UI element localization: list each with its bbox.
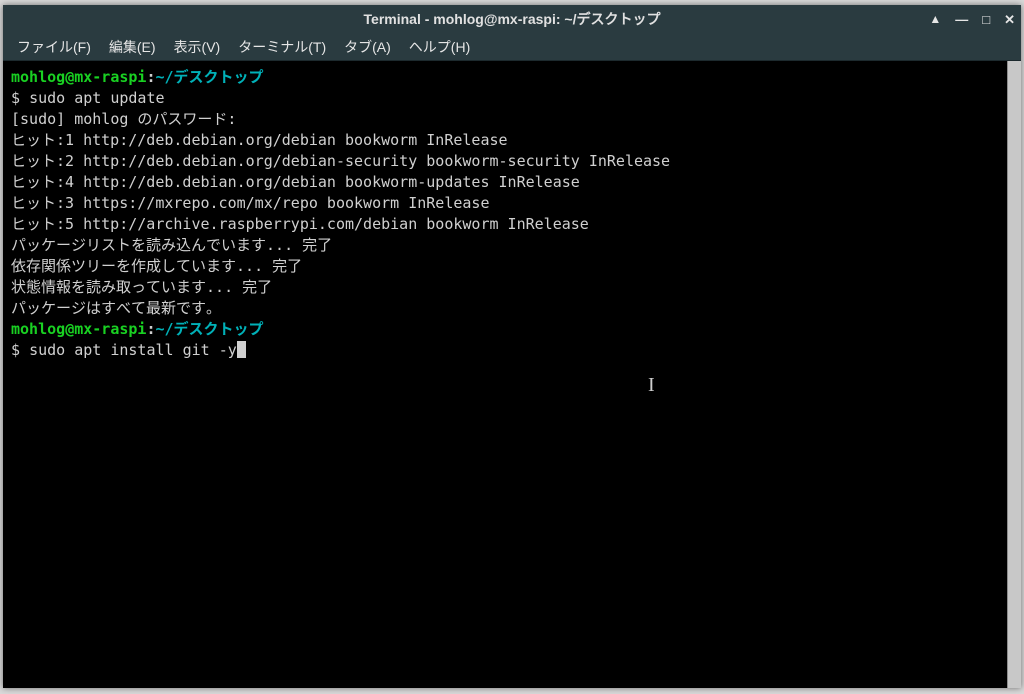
output-line: ヒット:3 https://mxrepo.com/mx/repo bookwor… — [11, 193, 999, 214]
maximize-button[interactable]: □ — [982, 13, 990, 26]
window-controls: ▲ — □ ✕ — [929, 13, 1015, 26]
terminal-output[interactable]: mohlog@mx-raspi:~/デスクトップ$ sudo apt updat… — [3, 61, 1007, 688]
prompt-colon: : — [146, 320, 155, 338]
output-line: ヒット:1 http://deb.debian.org/debian bookw… — [11, 130, 999, 151]
prompt-host: mx-raspi — [74, 68, 146, 86]
command-text: sudo apt install git -y — [29, 341, 237, 359]
rollup-button[interactable]: ▲ — [929, 13, 941, 25]
output-line: [sudo] mohlog のパスワード: — [11, 109, 999, 130]
terminal-area: mohlog@mx-raspi:~/デスクトップ$ sudo apt updat… — [3, 61, 1021, 688]
prompt-colon: : — [146, 68, 155, 86]
prompt-at: @ — [65, 68, 74, 86]
terminal-window: Terminal - mohlog@mx-raspi: ~/デスクトップ ▲ —… — [3, 5, 1021, 688]
command-line: $ sudo apt update — [11, 88, 999, 109]
output-line: パッケージリストを読み込んでいます... 完了 — [11, 235, 999, 256]
command-text: sudo apt update — [29, 89, 164, 107]
prompt-user: mohlog — [11, 68, 65, 86]
output-line: ヒット:2 http://deb.debian.org/debian-secur… — [11, 151, 999, 172]
prompt-line: mohlog@mx-raspi:~/デスクトップ — [11, 319, 999, 340]
menubar: ファイル(F) 編集(E) 表示(V) ターミナル(T) タブ(A) ヘルプ(H… — [3, 33, 1021, 61]
output-line: 状態情報を読み取っています... 完了 — [11, 277, 999, 298]
titlebar[interactable]: Terminal - mohlog@mx-raspi: ~/デスクトップ ▲ —… — [3, 5, 1021, 33]
menu-edit[interactable]: 編集(E) — [101, 33, 164, 61]
output-line: 依存関係ツリーを作成しています... 完了 — [11, 256, 999, 277]
scrollbar[interactable] — [1007, 61, 1021, 688]
close-button[interactable]: ✕ — [1004, 13, 1015, 26]
prompt-line: mohlog@mx-raspi:~/デスクトップ — [11, 67, 999, 88]
output-line: ヒット:4 http://deb.debian.org/debian bookw… — [11, 172, 999, 193]
ps1: $ — [11, 89, 29, 107]
minimize-button[interactable]: — — [955, 13, 968, 26]
output-line: パッケージはすべて最新です。 — [11, 298, 999, 319]
menu-tabs[interactable]: タブ(A) — [336, 33, 399, 61]
text-cursor — [237, 341, 246, 358]
menu-terminal[interactable]: ターミナル(T) — [230, 33, 334, 61]
prompt-host: mx-raspi — [74, 320, 146, 338]
prompt-path: ~/デスクトップ — [156, 320, 264, 338]
menu-help[interactable]: ヘルプ(H) — [401, 33, 478, 61]
prompt-user: mohlog — [11, 320, 65, 338]
prompt-at: @ — [65, 320, 74, 338]
output-line: ヒット:5 http://archive.raspberrypi.com/deb… — [11, 214, 999, 235]
ps1: $ — [11, 341, 29, 359]
window-title: Terminal - mohlog@mx-raspi: ~/デスクトップ — [364, 9, 661, 29]
command-line: $ sudo apt install git -y — [11, 340, 999, 361]
prompt-path: ~/デスクトップ — [156, 68, 264, 86]
menu-view[interactable]: 表示(V) — [166, 33, 229, 61]
menu-file[interactable]: ファイル(F) — [9, 33, 99, 61]
